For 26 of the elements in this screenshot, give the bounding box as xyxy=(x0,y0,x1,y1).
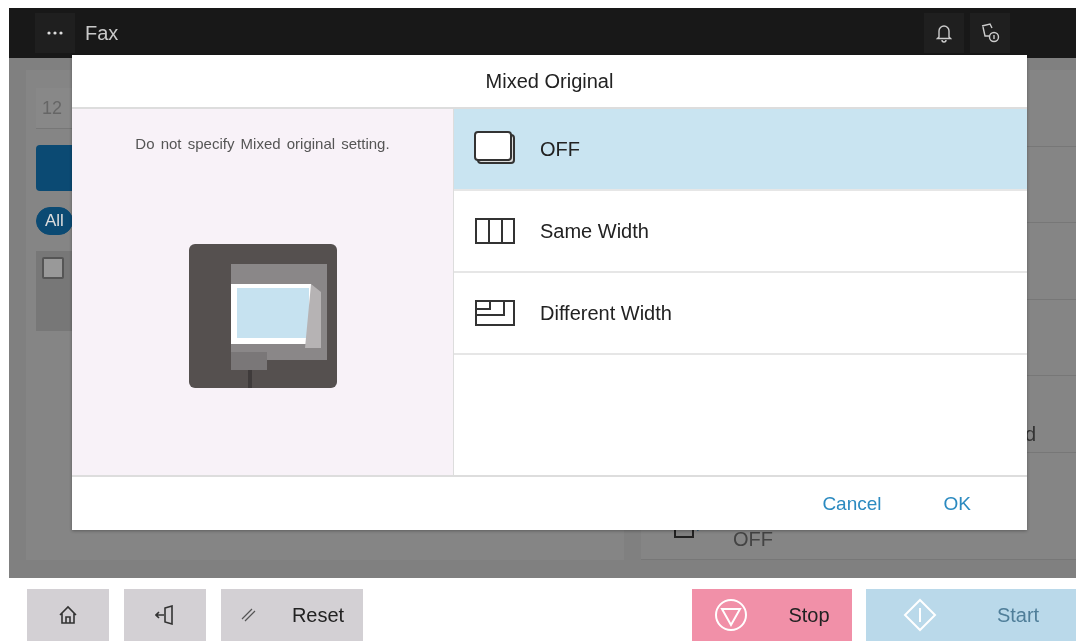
filter-chip[interactable]: All xyxy=(36,207,73,235)
stop-button[interactable]: Stop xyxy=(692,589,852,641)
stacked-pages-icon xyxy=(474,131,518,167)
app-title: Fax xyxy=(85,21,119,45)
bell-icon xyxy=(936,23,952,43)
description-text: Do not specify Mixed original setting. xyxy=(135,135,390,152)
option-item[interactable]: Same Width xyxy=(454,191,1027,273)
home-button[interactable] xyxy=(27,589,109,641)
logout-button[interactable] xyxy=(124,589,206,641)
exit-door-icon xyxy=(155,605,175,625)
reset-button[interactable]: Reset xyxy=(221,589,363,641)
menu-icon xyxy=(47,31,63,35)
machine-info-icon xyxy=(980,22,1000,44)
dialog-button[interactable]: Cancel xyxy=(816,488,888,519)
stop-icon xyxy=(714,598,749,632)
dialog-title: Mixed Original xyxy=(485,69,614,93)
status-button[interactable] xyxy=(970,13,1010,53)
checkbox[interactable] xyxy=(42,257,64,279)
slash-icon xyxy=(239,607,256,623)
home-icon xyxy=(58,605,78,625)
notification-button[interactable] xyxy=(924,13,964,53)
option-item[interactable]: Different Width xyxy=(454,273,1027,355)
start-icon xyxy=(902,598,937,632)
setting-value: OFF xyxy=(733,528,773,552)
dialog-button[interactable]: OK xyxy=(937,488,977,519)
option-item[interactable]: OFF xyxy=(454,109,1027,191)
